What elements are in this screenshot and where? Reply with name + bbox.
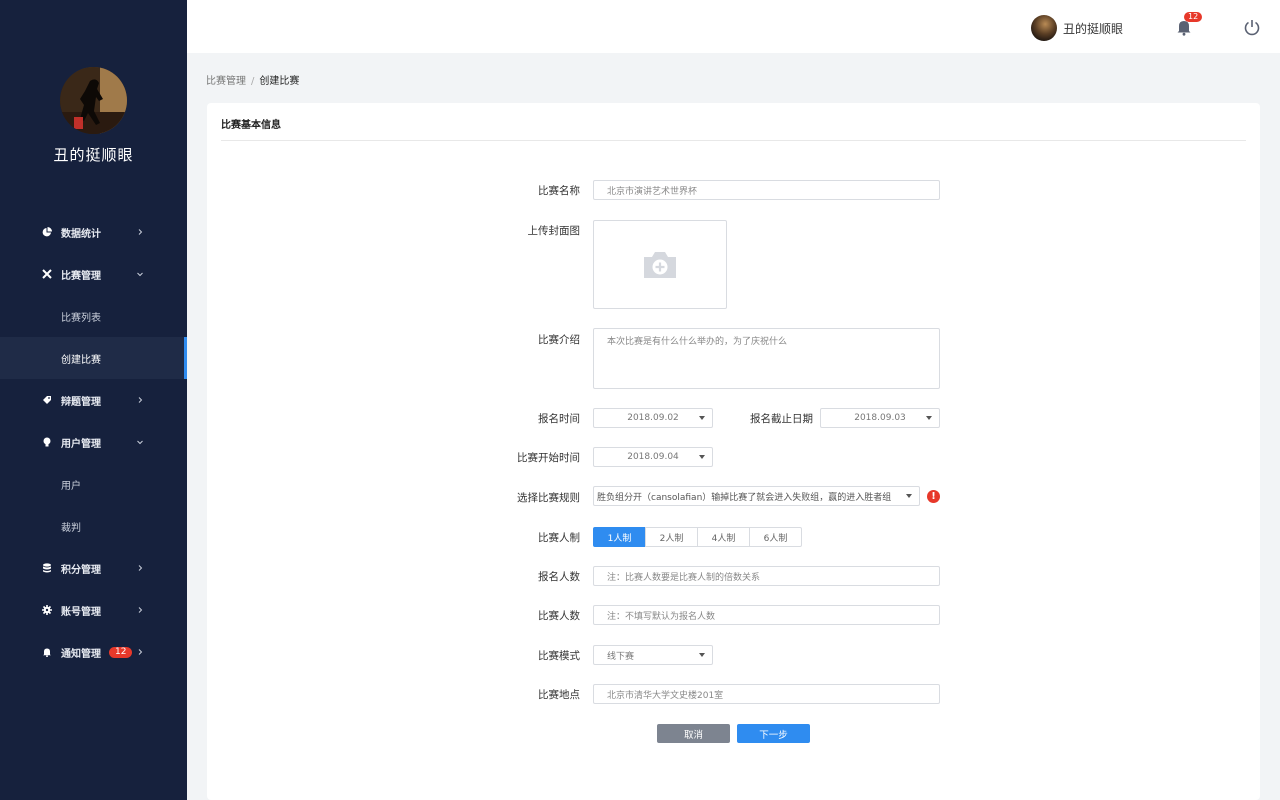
signup-count-input[interactable]: 注：比赛人数要是比赛人制的倍数关系 — [593, 566, 940, 586]
team-size-option[interactable]: 6人制 — [749, 527, 802, 547]
crossed-swords-icon — [42, 269, 52, 279]
start-time-value: 2018.09.04 — [627, 452, 679, 462]
sidebar-item-points[interactable]: 积分管理 — [0, 547, 187, 589]
breadcrumb: 比赛管理 / 创建比赛 — [206, 72, 299, 87]
sidebar-item-label: 辩题管理 — [61, 396, 101, 408]
chevron-down-icon — [136, 438, 144, 446]
team-size-segmented: 1人制 2人制 4人制 6人制 — [593, 527, 802, 547]
sidebar-item-competition[interactable]: 比赛管理 — [0, 253, 187, 295]
notification-count-badge: 12 — [1184, 12, 1203, 22]
cover-upload[interactable] — [593, 220, 727, 309]
cancel-button[interactable]: 取消 — [657, 724, 730, 743]
sidebar-item-topics[interactable]: 辩题管理 — [0, 379, 187, 421]
database-icon — [42, 563, 52, 573]
location-label: 比赛地点 — [538, 689, 580, 701]
caret-down-icon — [906, 494, 912, 498]
mode-label: 比赛模式 — [538, 650, 580, 662]
chevron-right-icon — [136, 564, 144, 572]
sidebar-item-stats[interactable]: 数据统计 — [0, 211, 187, 253]
caret-down-icon — [699, 653, 705, 657]
team-size-option[interactable]: 1人制 — [593, 527, 646, 547]
top-username[interactable]: 丑的挺顺眼 — [1063, 20, 1123, 37]
top-bar: 丑的挺顺眼 12 — [187, 0, 1280, 53]
sidebar-menu: 数据统计 比赛管理 比赛列表 创建比赛 辩题管理 用户管理 用户 裁判 积分管理… — [0, 211, 187, 673]
team-size-option[interactable]: 2人制 — [645, 527, 698, 547]
sidebar-item-users[interactable]: 用户管理 — [0, 421, 187, 463]
card-title: 比赛基本信息 — [221, 120, 281, 131]
bell-icon — [42, 647, 52, 657]
chevron-right-icon — [136, 396, 144, 404]
notification-badge: 12 — [109, 646, 133, 658]
sidebar-subitem-competition-list[interactable]: 比赛列表 — [0, 295, 187, 337]
start-time-label: 比赛开始时间 — [517, 452, 580, 464]
chevron-right-icon — [136, 606, 144, 614]
signup-time-select[interactable]: 2018.09.02 — [593, 408, 713, 428]
sidebar-username: 丑的挺顺眼 — [53, 146, 134, 164]
signup-deadline-select[interactable]: 2018.09.03 — [820, 408, 940, 428]
breadcrumb-parent[interactable]: 比赛管理 — [206, 76, 246, 87]
mode-select[interactable]: 线下赛 — [593, 645, 713, 665]
chevron-right-icon — [136, 648, 144, 656]
sidebar-subitem-referee[interactable]: 裁判 — [0, 505, 187, 547]
sidebar-subitem-user[interactable]: 用户 — [0, 463, 187, 505]
sidebar-item-label: 账号管理 — [61, 606, 101, 618]
signup-deadline-value: 2018.09.03 — [854, 413, 906, 423]
mode-value: 线下赛 — [607, 651, 635, 662]
intro-label: 比赛介绍 — [538, 334, 580, 346]
rule-label: 选择比赛规则 — [517, 492, 580, 504]
warning-icon: ! — [927, 490, 940, 503]
team-size-label: 比赛人制 — [538, 532, 580, 544]
start-time-select[interactable]: 2018.09.04 — [593, 447, 713, 467]
name-label: 比赛名称 — [538, 185, 580, 197]
next-step-button[interactable]: 下一步 — [737, 724, 810, 743]
sidebar-item-label: 数据统计 — [61, 228, 101, 240]
rule-select[interactable]: 胜负组分开（cansolafian）输掉比赛了就会进入失败组，赢的进入胜者组 — [593, 486, 920, 506]
player-count-label: 比赛人数 — [538, 610, 580, 622]
chevron-right-icon — [136, 228, 144, 236]
caret-down-icon — [926, 416, 932, 420]
lightbulb-icon — [42, 437, 52, 447]
avatar[interactable] — [60, 67, 127, 134]
team-size-option[interactable]: 4人制 — [697, 527, 750, 547]
card-divider — [221, 140, 1246, 141]
sidebar-item-label: 积分管理 — [61, 564, 101, 576]
breadcrumb-current: 创建比赛 — [259, 76, 300, 87]
competition-name-input[interactable]: 北京市演讲艺术世界杯 — [593, 180, 940, 200]
location-input[interactable]: 北京市清华大学文史楼201室 — [593, 684, 940, 704]
sidebar-item-accounts[interactable]: 账号管理 — [0, 589, 187, 631]
sidebar: 丑的挺顺眼 数据统计 比赛管理 比赛列表 创建比赛 辩题管理 用户管理 用户 裁… — [0, 0, 187, 800]
rule-value: 胜负组分开（cansolafian）输掉比赛了就会进入失败组，赢的进入胜者组 — [597, 492, 892, 503]
gear-icon — [42, 605, 52, 615]
pie-chart-icon — [42, 227, 52, 237]
avatar[interactable] — [1031, 15, 1057, 41]
signup-time-label: 报名时间 — [538, 413, 580, 425]
sidebar-item-label: 通知管理 — [61, 648, 101, 660]
chevron-down-icon — [136, 270, 144, 278]
power-icon[interactable] — [1243, 18, 1261, 36]
cover-label: 上传封面图 — [527, 225, 581, 237]
sidebar-item-notifications[interactable]: 通知管理 12 — [0, 631, 187, 673]
signup-count-label: 报名人数 — [538, 571, 580, 583]
intro-textarea[interactable]: 本次比赛是有什么什么举办的，为了庆祝什么 — [593, 328, 940, 389]
tag-icon — [42, 395, 52, 405]
camera-add-icon — [644, 251, 676, 278]
signup-deadline-label: 报名截止日期 — [750, 413, 813, 425]
breadcrumb-separator: / — [251, 76, 255, 87]
sidebar-subitem-create-competition[interactable]: 创建比赛 — [0, 337, 187, 379]
caret-down-icon — [699, 455, 705, 459]
sidebar-item-label: 用户管理 — [61, 438, 101, 450]
player-count-input[interactable]: 注：不填写默认为报名人数 — [593, 605, 940, 625]
signup-time-value: 2018.09.02 — [627, 413, 679, 423]
avatar-photo — [60, 67, 127, 134]
sidebar-item-label: 比赛管理 — [61, 270, 101, 282]
